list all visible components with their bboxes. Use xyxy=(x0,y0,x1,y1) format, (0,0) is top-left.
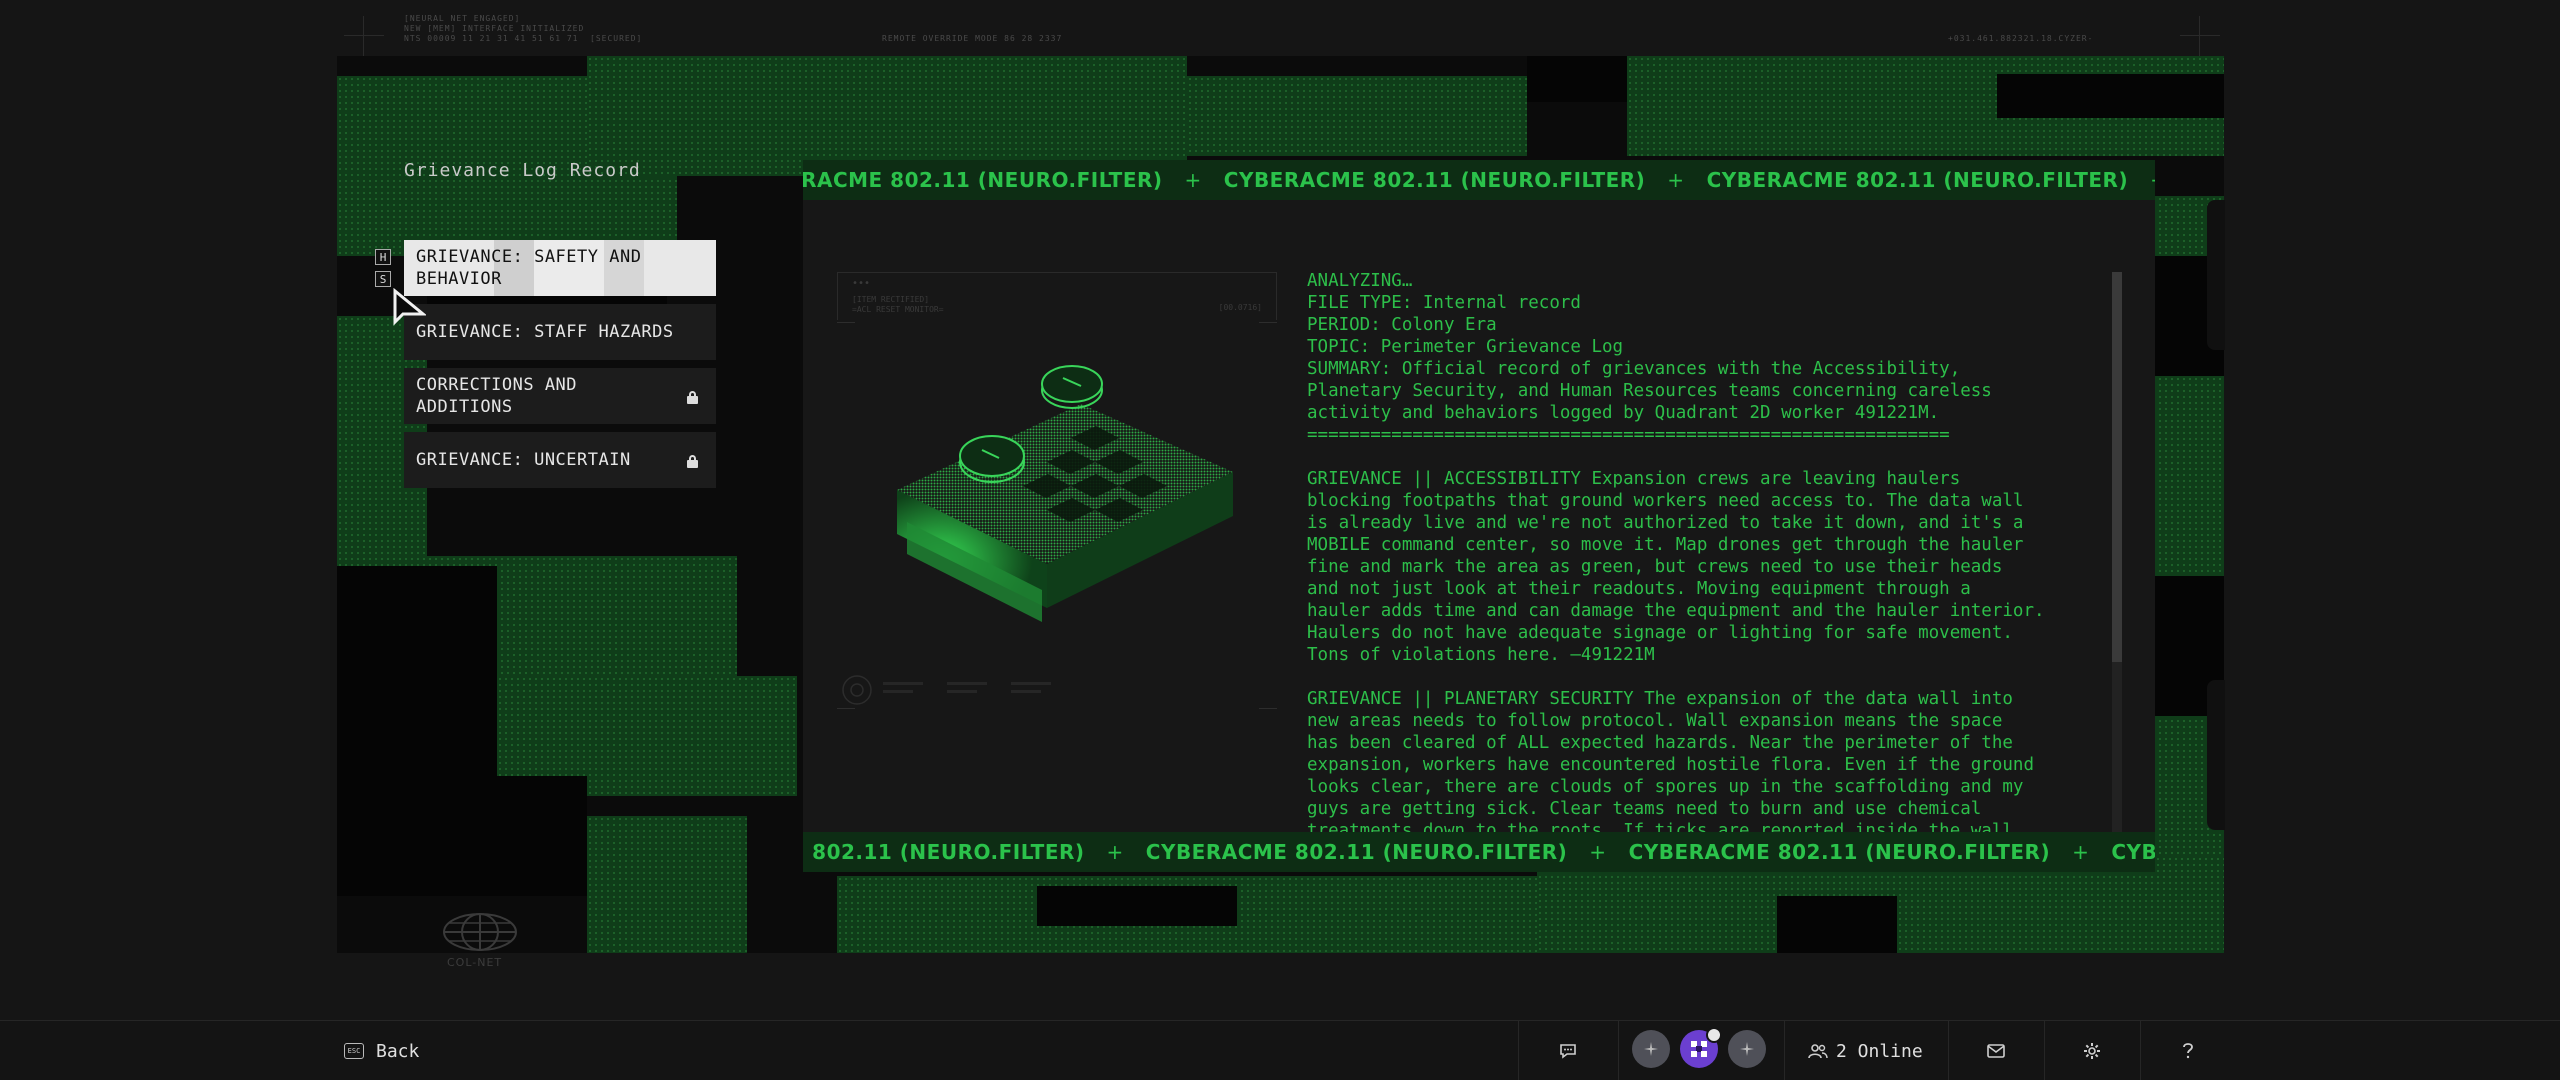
device-hologram-icon xyxy=(842,365,1233,705)
corner-crosshair-icon xyxy=(2180,16,2220,56)
hud-status-tag: [SECURED] xyxy=(590,34,643,43)
log-item-staff-hazards[interactable]: GRIEVANCE: STAFF HAZARDS xyxy=(404,304,716,360)
lock-icon xyxy=(687,455,698,468)
ticker-segment: CYBERACME 802.11 (NEURO.FILTER) xyxy=(1628,840,2051,864)
footer-bar: ESC Back 2 Online xyxy=(0,1020,2560,1080)
log-item-safety-behavior[interactable]: GRIEVANCE: SAFETY AND BEHAVIOR xyxy=(404,240,716,296)
item-viewer: ••• [ITEM RECTIFIED] =ACL RESET MONITOR=… xyxy=(837,272,1277,732)
question-icon xyxy=(2183,1043,2193,1059)
log-item-uncertain[interactable]: GRIEVANCE: UNCERTAIN xyxy=(404,432,716,488)
gear-icon xyxy=(2084,1043,2100,1059)
ticker-segment: CYBERACME 802.11 (NEURO.FILTER) xyxy=(1706,168,2129,192)
esc-key-icon: ESC xyxy=(344,1043,364,1059)
ticker-segment: CYBERACME 802.11 (NEURO.FILTER) xyxy=(1145,840,1568,864)
log-item-label: GRIEVANCE: SAFETY AND BEHAVIOR xyxy=(416,247,642,289)
settings-button[interactable] xyxy=(2044,1021,2140,1080)
hud-status-1: [NEURAL NET ENGAGED] xyxy=(404,14,521,23)
chat-button[interactable] xyxy=(1518,1021,1618,1080)
log-item-label: GRIEVANCE: STAFF HAZARDS xyxy=(416,322,674,342)
ticker-segment: CYBERACME 802.11 (NEURO.FILTER) xyxy=(1223,168,1646,192)
users-icon xyxy=(1808,1044,1828,1059)
record-scrollbar[interactable] xyxy=(2112,272,2122,832)
party-slot-right[interactable] xyxy=(1728,1030,1766,1068)
colnet-logo-text: COL-NET xyxy=(447,956,503,969)
mail-icon xyxy=(1987,1044,2005,1058)
ticker-bottom: CYBERACME 802.11 (NEURO.FILTER)+ CYBERAC… xyxy=(803,832,2155,872)
log-title: Grievance Log Record xyxy=(404,160,641,181)
ticker-segment: CYBERACME 802.11 (NEURO.FILTER) xyxy=(803,168,1163,192)
avatar-badge-icon xyxy=(1706,1027,1722,1043)
chat-icon xyxy=(1560,1044,1576,1059)
ticker-top: CYBERACME 802.11 (NEURO.FILTER)+ CYBERAC… xyxy=(803,160,2155,200)
avatar-pattern-icon xyxy=(1691,1041,1707,1057)
lock-icon xyxy=(687,391,698,404)
pointer-cursor-icon xyxy=(393,288,426,326)
side-tab xyxy=(2207,200,2225,350)
side-tab xyxy=(2207,680,2225,830)
hotkey-down-icon: S xyxy=(375,271,391,287)
record-text: ANALYZING… FILE TYPE: Internal record PE… xyxy=(1307,271,2045,863)
ticker-segment: CYBERACME 802.11 (NEURO.FILTER) xyxy=(2111,840,2155,864)
record-content: ••• [ITEM RECTIFIED] =ACL RESET MONITOR=… xyxy=(803,200,2155,863)
online-label: 2 Online xyxy=(1836,1040,1923,1062)
record-panel: CYBERACME 802.11 (NEURO.FILTER)+ CYBERAC… xyxy=(803,160,2155,872)
back-label: Back xyxy=(376,1040,420,1062)
hud-right-readout: +031.461.882321.18.CYZER- xyxy=(1948,34,2094,43)
plus-star-icon xyxy=(1644,1042,1658,1056)
online-count[interactable]: 2 Online xyxy=(1808,1021,1923,1080)
help-button[interactable] xyxy=(2140,1021,2236,1080)
back-button[interactable]: ESC Back xyxy=(344,1021,419,1080)
hud-status-2: NEW [MEM] INTERFACE INITIALIZED xyxy=(404,24,585,33)
scrollbar-thumb[interactable] xyxy=(2112,272,2122,662)
log-item-label: CORRECTIONS AND ADDITIONS xyxy=(416,375,578,417)
colnet-globe-logo-icon xyxy=(443,913,517,951)
party-slot-left[interactable] xyxy=(1632,1030,1670,1068)
corner-crosshair-icon xyxy=(344,16,384,56)
log-item-label: GRIEVANCE: UNCERTAIN xyxy=(416,450,631,470)
mail-button[interactable] xyxy=(1948,1021,2044,1080)
hotkey-up-icon: H xyxy=(375,249,391,265)
hud-status-3: NTS 00009 11 21 31 41 51 61 71 xyxy=(404,34,579,43)
log-item-corrections[interactable]: CORRECTIONS AND ADDITIONS xyxy=(404,368,716,424)
plus-star-icon xyxy=(1740,1042,1754,1056)
hud-center-readout: REMOTE OVERRIDE MODE 86 28 2337 xyxy=(882,34,1063,43)
ticker-segment: CYBERACME 802.11 (NEURO.FILTER) xyxy=(803,840,1085,864)
